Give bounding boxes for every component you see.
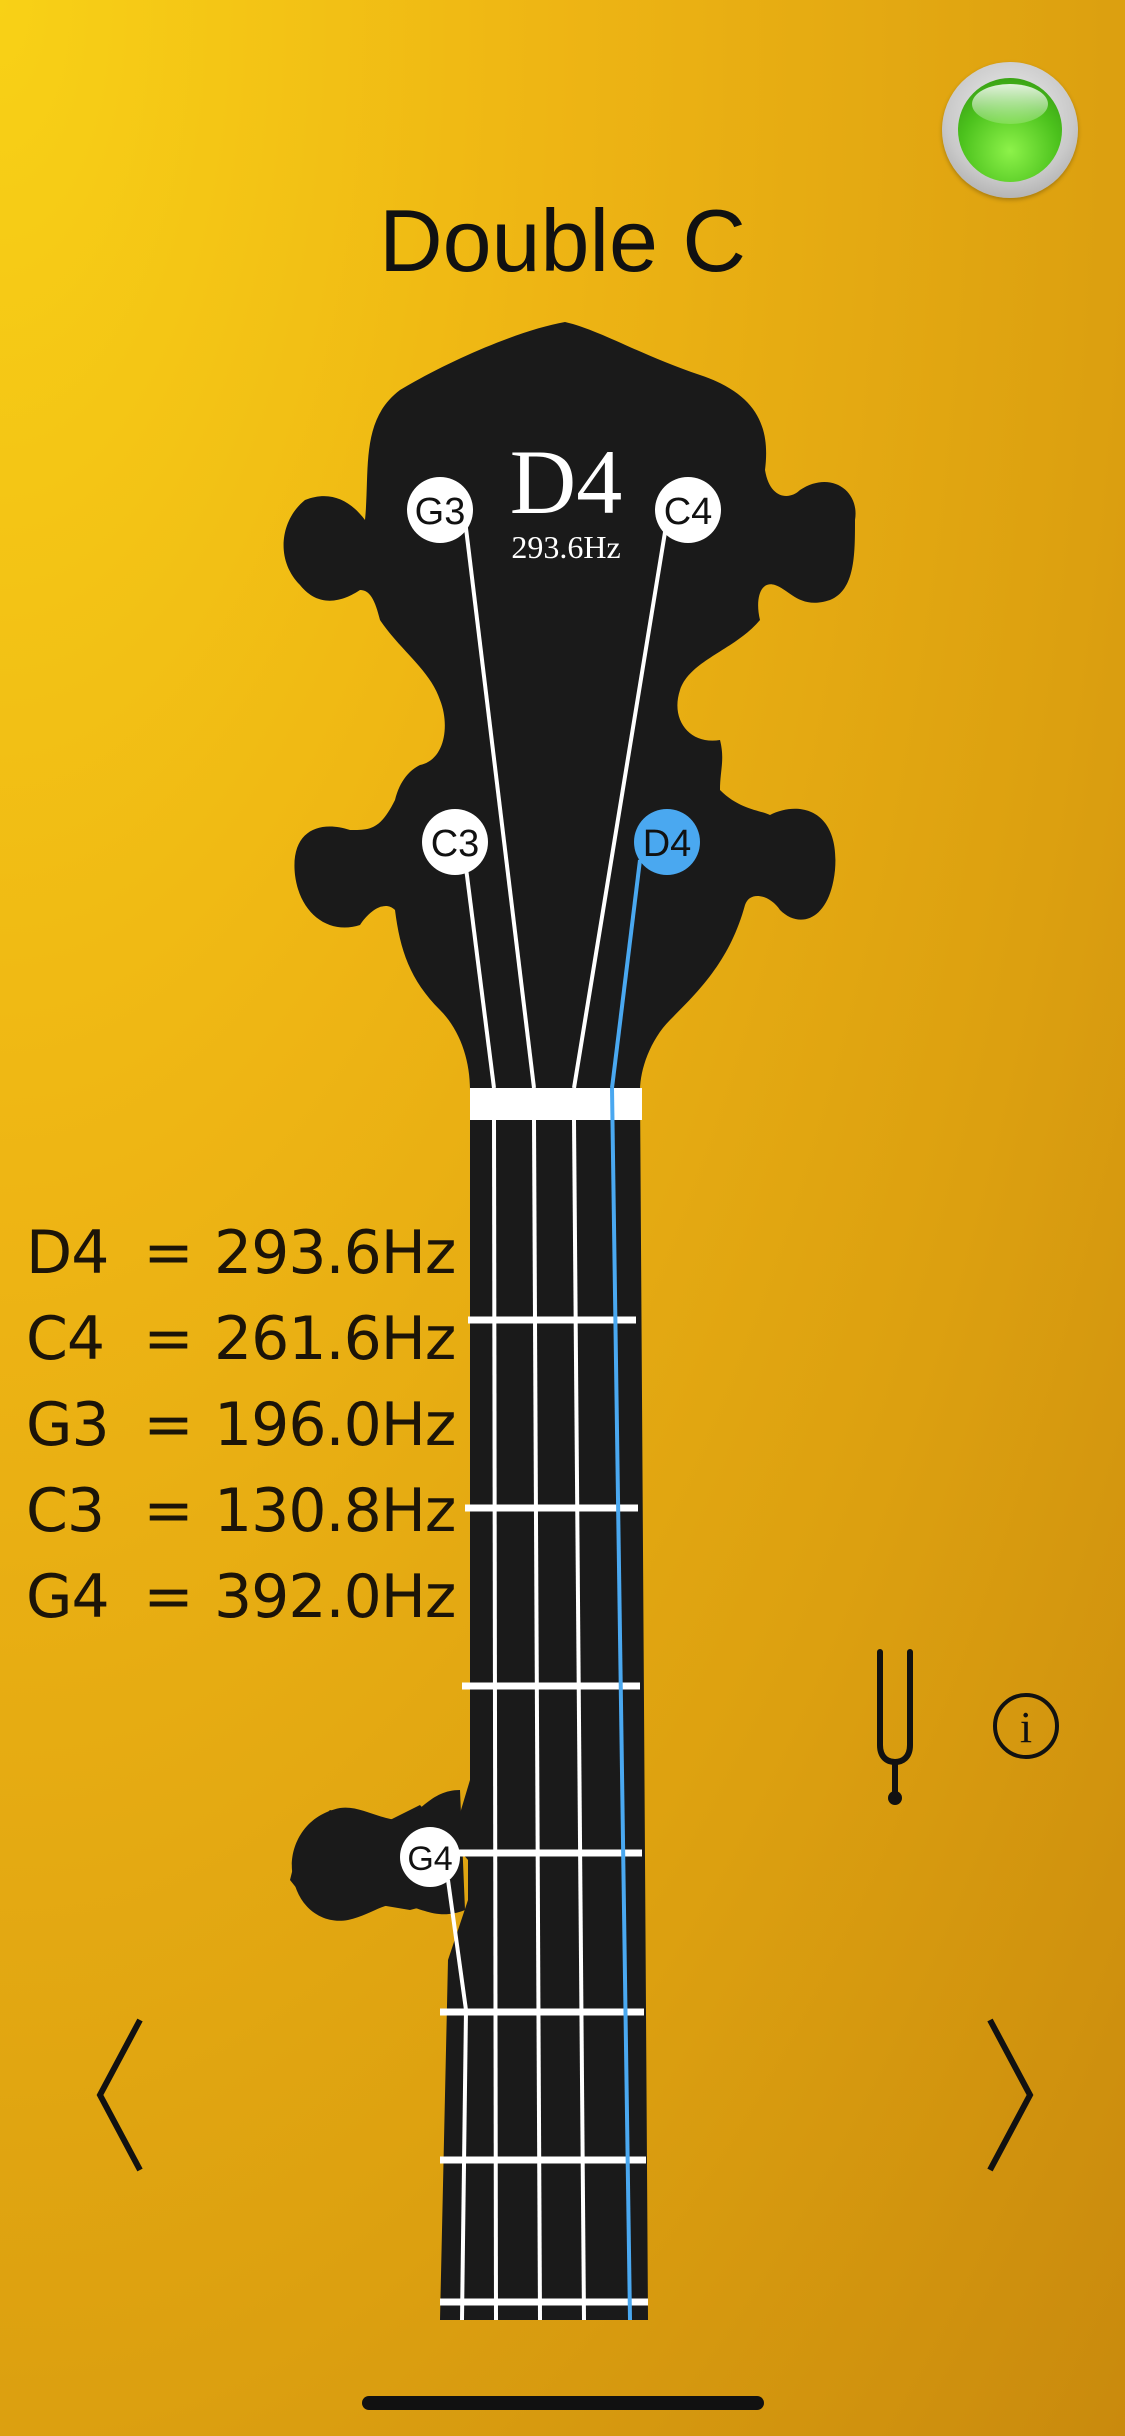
nut <box>470 1088 642 1120</box>
peg-c4[interactable]: C4 <box>655 477 721 543</box>
peg-d4[interactable]: D4 <box>634 809 700 875</box>
frequency-note: C3 <box>26 1476 105 1546</box>
frequency-note: C4 <box>26 1304 105 1374</box>
peg-label: C3 <box>431 823 480 865</box>
frequency-equals: = <box>143 1218 193 1288</box>
frequency-value: 130.8Hz <box>214 1476 456 1546</box>
frequency-value: 261.6Hz <box>214 1304 456 1374</box>
frequency-note: D4 <box>26 1218 109 1288</box>
frequency-list: D4 = 293.6Hz C4 = 261.6Hz G3 = 196.0Hz C3 = 130.… <box>26 1210 486 1640</box>
frequency-value: 392.0Hz <box>214 1562 456 1632</box>
chevron-right-icon <box>987 2018 1034 2172</box>
frequency-note: G4 <box>26 1562 110 1632</box>
previous-tuning-button[interactable] <box>90 2010 160 2180</box>
frequency-row: G4 = 392.0Hz <box>26 1554 486 1640</box>
frequency-equals: = <box>143 1304 193 1374</box>
peg-label: C4 <box>664 491 713 533</box>
peg-label: G4 <box>407 1840 452 1878</box>
frequency-row: C3 = 130.8Hz <box>26 1468 486 1554</box>
chevron-left-icon <box>96 2018 143 2172</box>
frequency-row: D4 = 293.6Hz <box>26 1210 486 1296</box>
next-tuning-button[interactable] <box>980 2010 1050 2180</box>
frequency-value: 293.6Hz <box>214 1218 456 1288</box>
peg-g3[interactable]: G3 <box>407 477 473 543</box>
frequency-equals: = <box>143 1476 193 1546</box>
peg-g4[interactable]: G4 <box>400 1827 460 1887</box>
frequency-equals: = <box>143 1562 193 1632</box>
home-indicator[interactable] <box>362 2396 764 2410</box>
svg-text:i: i <box>1020 1703 1032 1752</box>
tuning-fork-icon[interactable] <box>877 1649 913 1805</box>
string-c3-neck <box>492 1119 498 2321</box>
frequency-note: G3 <box>26 1390 110 1460</box>
peg-label: D4 <box>643 823 692 865</box>
peg-label: G3 <box>415 491 466 533</box>
frequency-row: G3 = 196.0Hz <box>26 1382 486 1468</box>
peg-c3[interactable]: C3 <box>422 809 488 875</box>
selected-frequency: 293.6Hz <box>511 529 620 565</box>
frequency-value: 196.0Hz <box>214 1390 456 1460</box>
info-icon[interactable]: i <box>993 1693 1059 1759</box>
selected-note: D4 <box>510 431 622 533</box>
frequency-row: C4 = 261.6Hz <box>26 1296 486 1382</box>
frequency-equals: = <box>143 1390 193 1460</box>
